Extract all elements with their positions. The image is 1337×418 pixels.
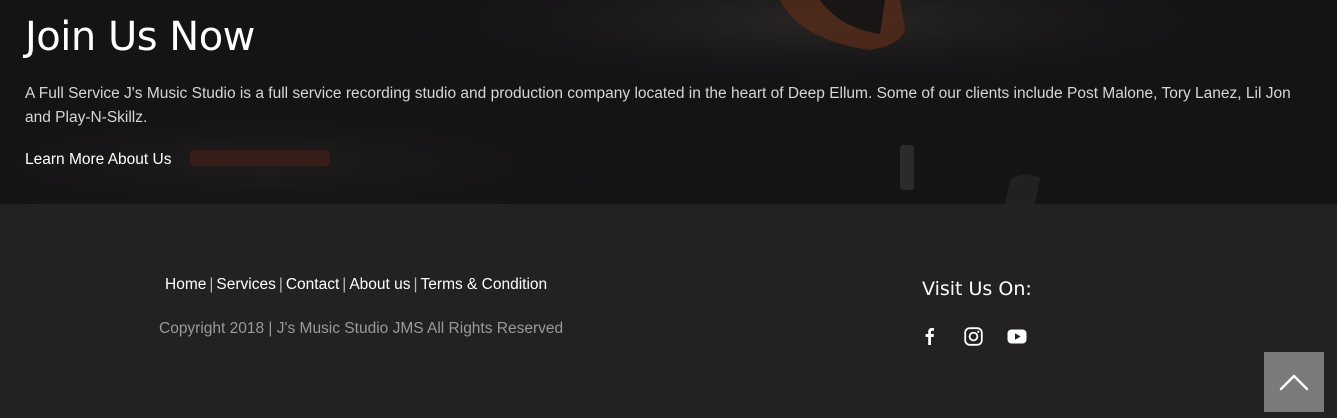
nav-separator: | bbox=[209, 276, 214, 293]
nav-separator: | bbox=[413, 276, 418, 293]
site-footer: Home | Services | Contact | About us | Terms & C… bbox=[0, 204, 1337, 418]
facebook-icon bbox=[925, 328, 934, 345]
footer-link-home[interactable]: Home bbox=[165, 276, 206, 293]
back-to-top-button[interactable] bbox=[1264, 352, 1324, 412]
youtube-icon bbox=[1007, 329, 1027, 343]
join-us-hero: Join Us Now A Full Service J's Music Stu… bbox=[0, 0, 1337, 204]
footer-link-services[interactable]: Services bbox=[216, 276, 275, 293]
social-links bbox=[918, 325, 1028, 347]
footer-link-terms[interactable]: Terms & Condition bbox=[421, 276, 548, 293]
chevron-up-icon bbox=[1279, 374, 1309, 391]
footer-link-contact[interactable]: Contact bbox=[286, 276, 339, 293]
instagram-link[interactable] bbox=[962, 325, 984, 347]
youtube-link[interactable] bbox=[1006, 325, 1028, 347]
hero-title: Join Us Now bbox=[25, 14, 255, 60]
instagram-icon bbox=[963, 326, 983, 346]
facebook-link[interactable] bbox=[918, 325, 940, 347]
visit-us-heading: Visit Us On: bbox=[922, 278, 1032, 300]
nav-separator: | bbox=[278, 276, 283, 293]
footer-nav: Home | Services | Contact | About us | Terms & C… bbox=[165, 276, 547, 294]
hero-description: A Full Service J's Music Studio is a ful… bbox=[25, 85, 1291, 126]
copyright-text: Copyright 2018 | J's Music Studio JMS Al… bbox=[159, 320, 564, 337]
footer-link-about-us[interactable]: About us bbox=[349, 276, 410, 293]
nav-separator: | bbox=[342, 276, 347, 293]
learn-more-link[interactable]: Learn More About Us bbox=[25, 151, 171, 169]
